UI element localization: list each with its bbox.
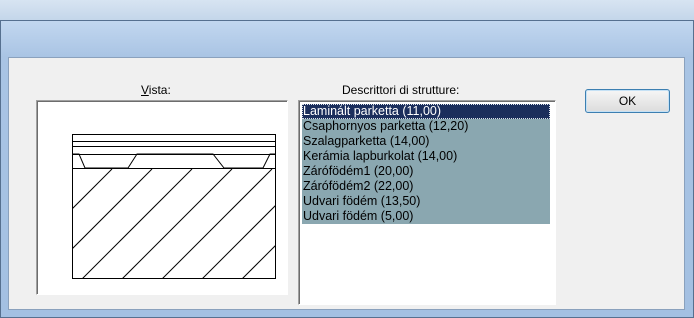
section-outline <box>72 134 276 279</box>
list-item[interactable]: Laminált parketta (11,00) <box>302 104 550 119</box>
parent-window-strip <box>0 0 694 21</box>
list-item[interactable]: Csaphornyos parketta (12,20) <box>302 119 550 134</box>
hatch-lines <box>72 169 276 279</box>
list-item[interactable]: Udvari födém (13,50) <box>302 194 550 209</box>
dialog-window: Vista: Descrittori di strutture: Laminál… <box>0 20 694 318</box>
list-item[interactable]: Zárófödém1 (20,00) <box>302 164 550 179</box>
structure-descriptors-listbox[interactable]: Laminált parketta (11,00) Csaphornyos pa… <box>298 100 556 305</box>
list-item[interactable]: Zárófödém2 (22,00) <box>302 179 550 194</box>
ok-button[interactable]: OK <box>585 89 670 113</box>
descriptors-label: Descrittori di strutture: <box>342 83 460 97</box>
list-item[interactable]: Kerámia lapburkolat (14,00) <box>302 149 550 164</box>
structure-list: Laminált parketta (11,00) Csaphornyos pa… <box>302 104 550 224</box>
list-item[interactable]: Udvari födém (5,00) <box>302 209 550 224</box>
floor-section-hatch-icon <box>72 134 276 279</box>
dialog-client-area: Vista: Descrittori di strutture: Laminál… <box>8 57 685 310</box>
vista-label: Vista: <box>141 83 171 97</box>
list-item[interactable]: Szalagparketta (14,00) <box>302 134 550 149</box>
structure-preview <box>36 100 288 295</box>
